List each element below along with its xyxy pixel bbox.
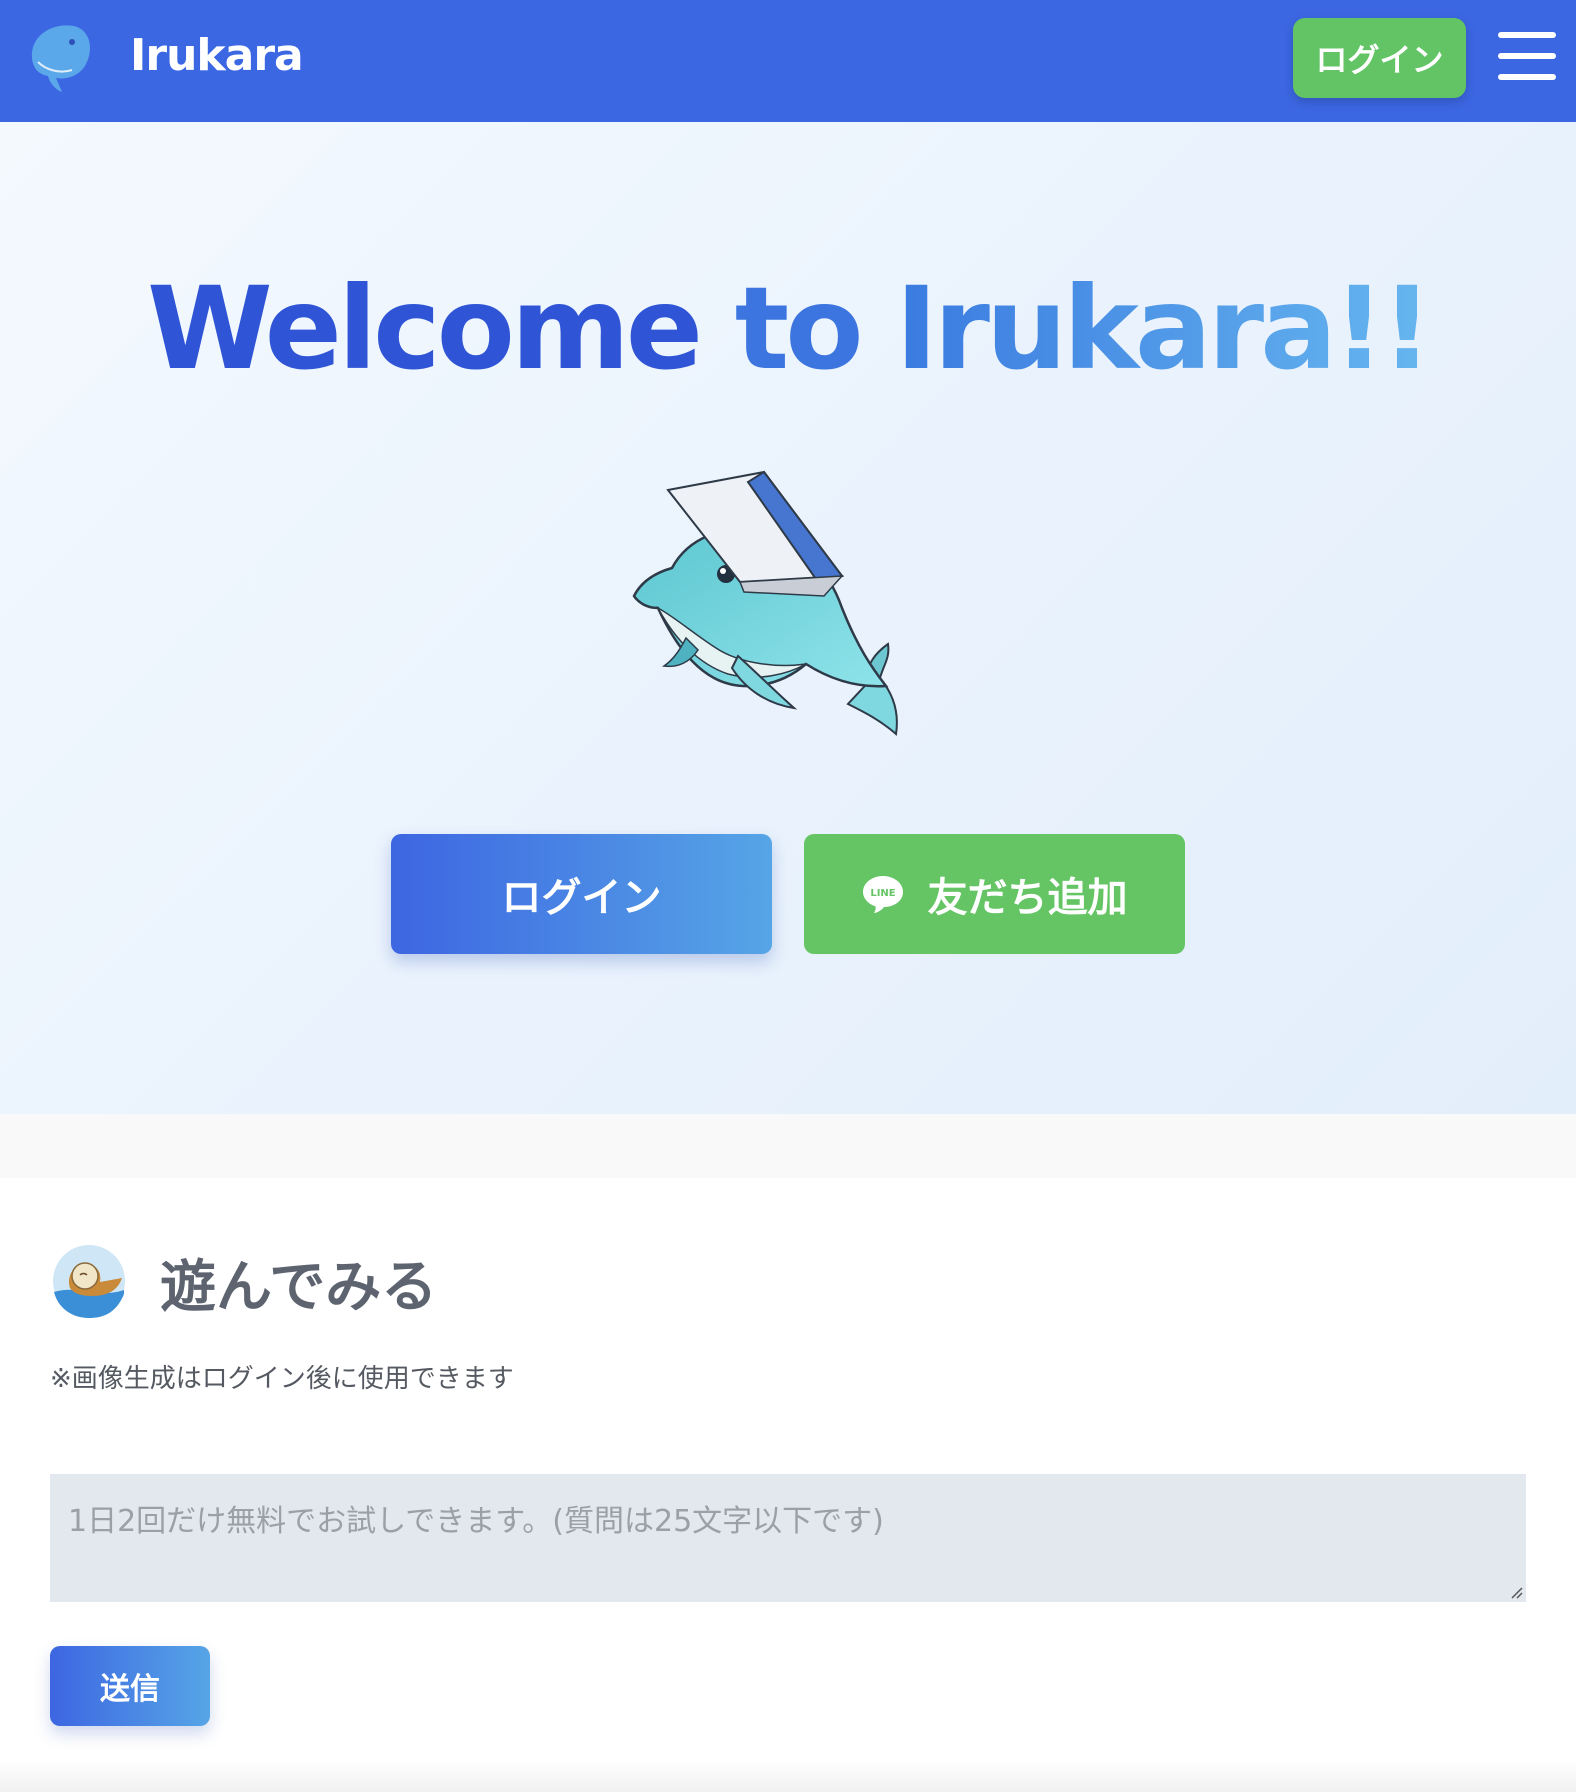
hero-section: Welcome to Irukara!! ログイン LINE 友だち追加 (0, 122, 1576, 1114)
header-login-button[interactable]: ログイン (1293, 18, 1466, 98)
add-friend-label: 友だち追加 (927, 875, 1128, 921)
hero-title-welcome: Welcome (147, 262, 703, 395)
resize-grip-icon[interactable] (1508, 1584, 1524, 1600)
hero-login-button[interactable]: ログイン (391, 834, 772, 954)
hero-title: Welcome to Irukara!! (0, 262, 1576, 395)
dolphin-avatar-icon (53, 1245, 125, 1318)
line-icon: LINE (862, 876, 903, 913)
hero-title-to: to (734, 262, 864, 395)
dolphin-mascot-image (632, 470, 898, 736)
svg-text:LINE: LINE (870, 888, 895, 899)
bottom-shade (0, 1760, 1576, 1792)
menu-bar-bottom (1498, 74, 1556, 80)
hero-title-irukara: Irukara!! (895, 262, 1433, 395)
play-section-title: 遊んでみる (160, 1255, 438, 1320)
menu-bar-middle (1498, 53, 1556, 59)
dolphin-logo-icon[interactable] (22, 18, 96, 98)
send-button[interactable]: 送信 (50, 1646, 210, 1726)
menu-bar-top (1498, 32, 1556, 38)
hamburger-menu-icon[interactable] (1498, 32, 1556, 82)
play-section: 遊んでみる ※画像生成はログイン後に使用できます 送信 (0, 1178, 1576, 1792)
brand-name[interactable]: Irukara (130, 30, 304, 81)
login-required-note: ※画像生成はログイン後に使用できます (50, 1364, 514, 1394)
question-input[interactable] (50, 1474, 1526, 1602)
add-friend-line-button[interactable]: LINE 友だち追加 (804, 834, 1185, 954)
top-header: Irukara ログイン (0, 0, 1576, 122)
